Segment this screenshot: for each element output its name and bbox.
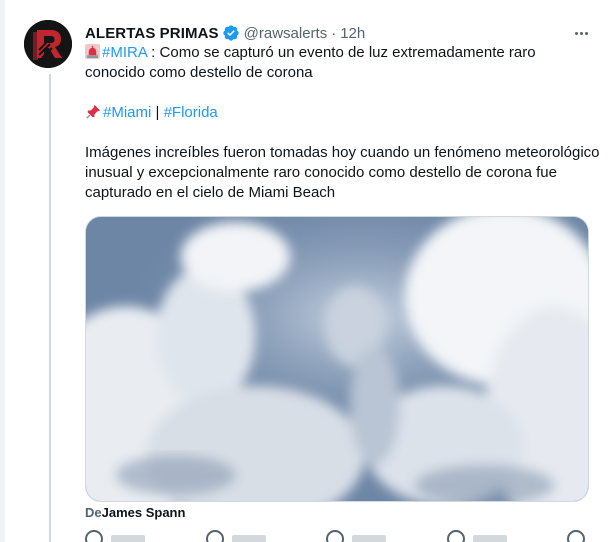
retweet-button[interactable] — [205, 530, 266, 542]
hashtag-florida[interactable]: #Florida — [164, 104, 218, 121]
tweet-header: ALERTAS PRIMAS @rawsalerts · 12h — [85, 22, 365, 44]
avatar[interactable] — [24, 20, 72, 68]
display-name[interactable]: ALERTAS PRIMAS — [85, 25, 219, 42]
cloud-photo — [86, 217, 588, 501]
retweet-icon — [205, 530, 224, 542]
separator-dot: · — [331, 24, 337, 42]
tweet-actions — [85, 530, 585, 542]
hashtag-separator: | — [151, 104, 164, 121]
tweet-media-image[interactable] — [85, 216, 589, 502]
more-options-icon[interactable] — [570, 22, 592, 44]
tweet-line-2: #Miami | #Florida — [85, 103, 585, 123]
reply-count-cut-off — [111, 535, 145, 542]
timestamp[interactable]: 12h — [340, 25, 365, 42]
pushpin-emoji — [85, 103, 102, 120]
rotating-light-emoji — [85, 44, 100, 59]
views-icon — [446, 530, 465, 542]
reply-button[interactable] — [85, 530, 145, 542]
verified-badge-icon[interactable] — [222, 24, 240, 42]
hashtag-mira[interactable]: #MIRA — [102, 44, 147, 61]
raw-logo — [24, 20, 72, 68]
credit-name[interactable]: James Spann — [102, 505, 186, 520]
reply-icon — [85, 530, 103, 542]
tweet-line-1-text: : Como se capturó un evento de luz extre… — [85, 44, 536, 81]
media-credit: DeJames Spann — [85, 505, 185, 520]
hashtag-miami[interactable]: #Miami — [103, 104, 151, 121]
thread-line — [49, 74, 51, 542]
like-button[interactable] — [326, 530, 386, 542]
share-icon — [567, 530, 585, 542]
like-count-cut-off — [352, 535, 386, 542]
tweet-body: Imágenes increíbles fueron tomadas hoy c… — [85, 144, 600, 201]
views-button[interactable] — [446, 530, 507, 542]
left-border — [0, 0, 5, 542]
user-handle[interactable]: @rawsalerts — [244, 25, 328, 42]
credit-prefix: De — [85, 505, 102, 520]
tweet-line-1: #MIRA : Como se capturó un evento de luz… — [85, 43, 585, 83]
retweet-count-cut-off — [231, 535, 266, 542]
views-count-cut-off — [472, 535, 507, 542]
share-button[interactable] — [567, 530, 585, 542]
heart-icon — [326, 530, 344, 542]
